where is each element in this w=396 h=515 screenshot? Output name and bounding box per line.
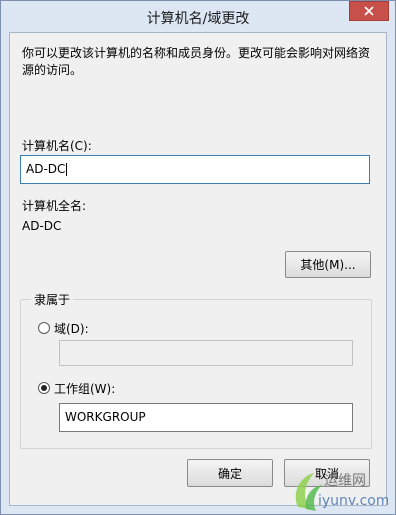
workgroup-input[interactable]: WORKGROUP [59,403,353,432]
member-of-group: 隶属于 域(D): 工作组(W): WORKGROUP [20,291,372,449]
radio-selected-dot [41,385,47,391]
full-name-value: AD-DC [22,219,62,233]
domain-radio[interactable] [38,322,50,334]
watermark-logo-icon: 运维网 iyunv.com [295,473,388,511]
full-name-label: 计算机全名: [22,199,87,213]
workgroup-label: 工作组(W): [54,382,116,396]
title-bar[interactable]: 计算机名/域更改 [1,1,395,33]
computer-name-label: 计算机名(C): [22,139,92,153]
dialog-body: 你可以更改该计算机的名称和成员身份。更改可能会影响对网络资源的访问。 计算机名(… [9,32,387,506]
domain-label: 域(D): [54,322,89,336]
window-title: 计算机名/域更改 [146,11,250,27]
close-button[interactable] [349,1,389,21]
dialog-window: 计算机名/域更改 你可以更改该计算机的名称和成员身份。更改可能会影响对网络资源的… [0,0,396,515]
workgroup-radio[interactable] [38,382,50,394]
text-caret [66,163,68,176]
watermark-text-2: iyunv.com [318,493,388,509]
ok-button[interactable]: 确定 [187,459,273,487]
member-of-title: 隶属于 [31,291,74,308]
watermark-text-1: 运维网 [324,473,366,489]
domain-input[interactable] [59,340,353,366]
description-text: 你可以更改该计算机的名称和成员身份。更改可能会影响对网络资源的访问。 [22,46,371,77]
computer-name-input[interactable]: AD-DC [20,155,370,184]
more-button[interactable]: 其他(M)... [285,251,371,278]
computer-name-value: AD-DC [26,162,66,176]
close-icon [364,6,374,16]
